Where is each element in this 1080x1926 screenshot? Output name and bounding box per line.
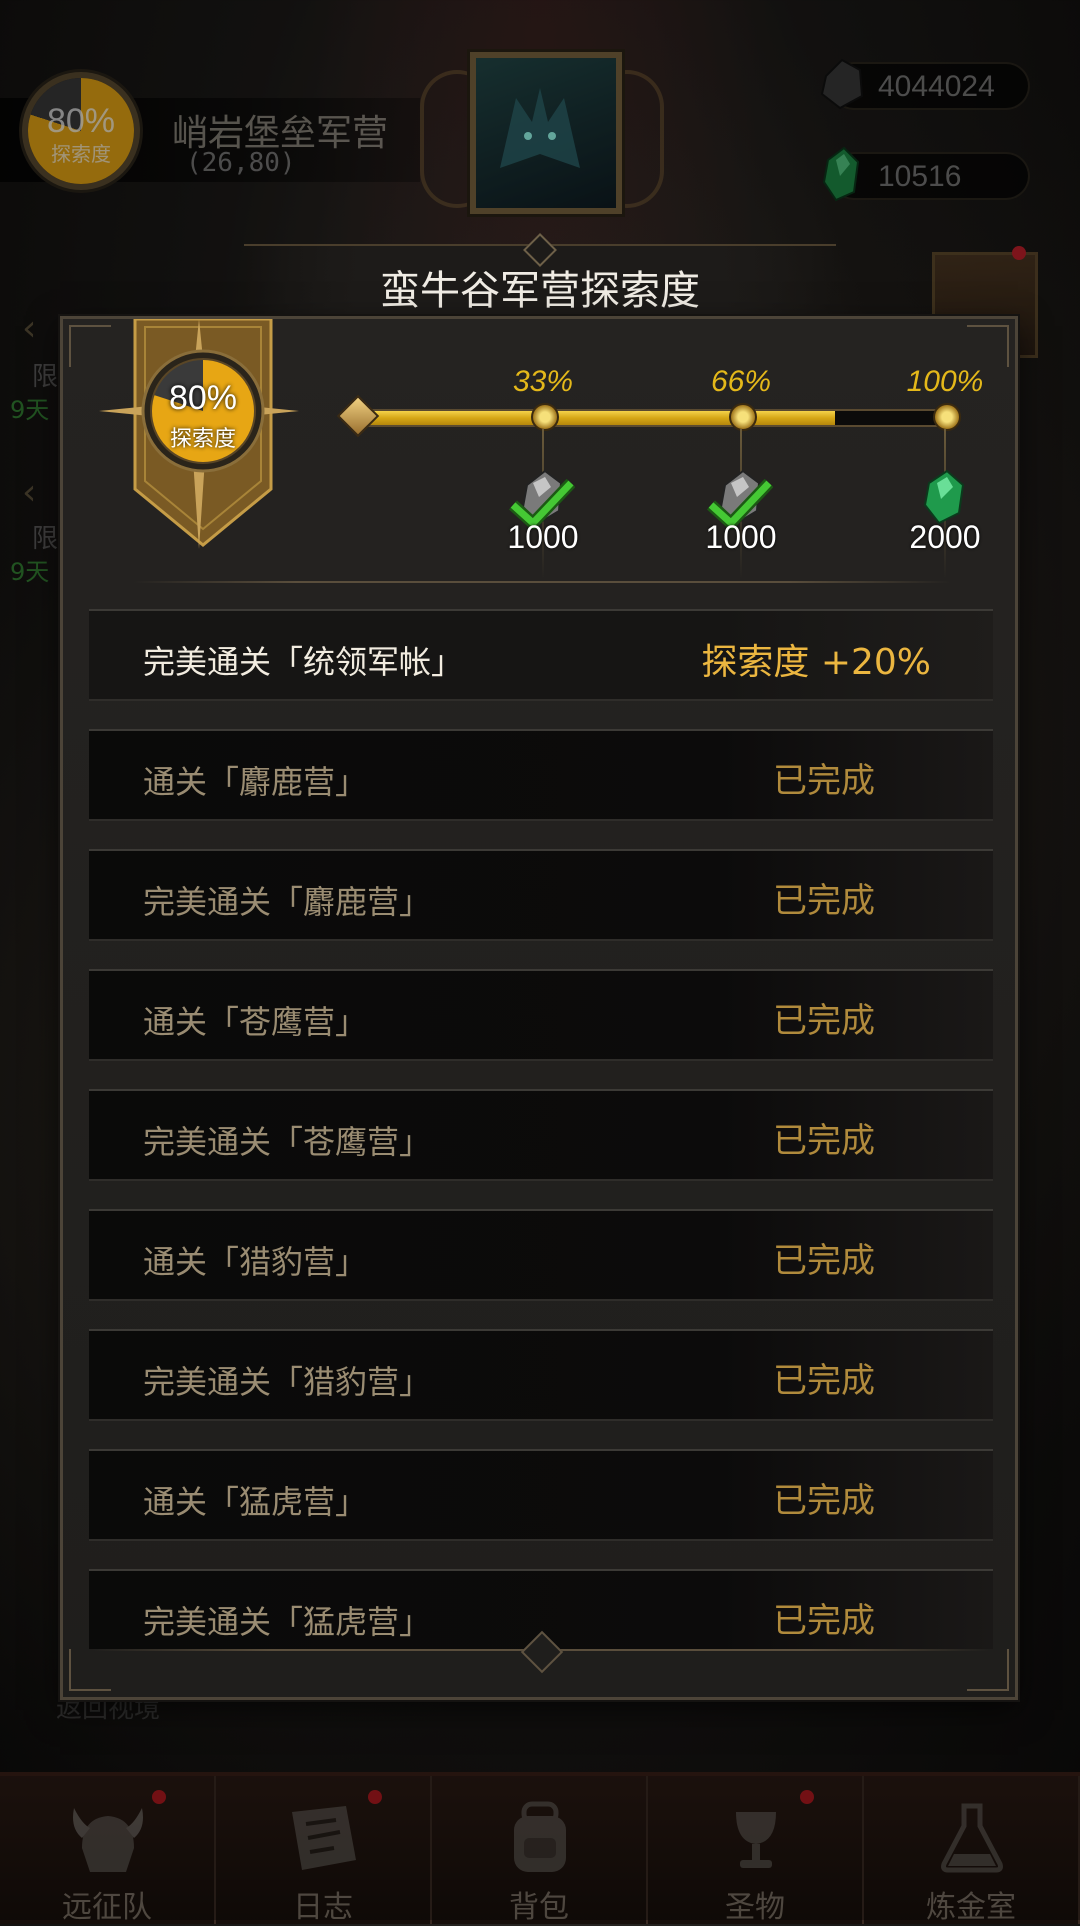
progress-start-marker (336, 394, 380, 438)
task-name: 通关「麝鹿营」 (143, 763, 368, 801)
task-name: 通关「苍鹰营」 (143, 1003, 368, 1041)
milestone-node (531, 403, 559, 431)
task-reward: 探索度 +20% (701, 642, 931, 683)
milestone-node (933, 403, 961, 431)
task-name: 完美通关「猎豹营」 (143, 1363, 432, 1401)
milestone-amount: 1000 (507, 519, 579, 555)
task-name: 完美通关「统领军帐」 (143, 643, 464, 681)
task-row[interactable]: 通关「猛虎营」 已完成 (89, 1449, 993, 1541)
header-separator (133, 581, 951, 583)
corner-ornament (69, 1649, 111, 1691)
task-status: 已完成 (773, 761, 875, 801)
task-row[interactable]: 通关「苍鹰营」 已完成 (89, 969, 993, 1061)
corner-ornament (967, 325, 1009, 367)
task-list[interactable]: 完美通关「统领军帐」 探索度 +20% 通关「麝鹿营」 已完成 完美通关「麝鹿营… (89, 609, 993, 1649)
task-status: 已完成 (773, 881, 875, 921)
exploration-progress-fill (355, 411, 835, 425)
modal-exploration-label: 探索度 (169, 427, 236, 452)
task-status: 已完成 (773, 1481, 875, 1521)
task-row[interactable]: 完美通关「苍鹰营」 已完成 (89, 1089, 993, 1181)
task-name: 完美通关「苍鹰营」 (143, 1123, 432, 1161)
task-status: 已完成 (773, 1601, 875, 1641)
task-row[interactable]: 完美通关「麝鹿营」 已完成 (89, 849, 993, 941)
task-status: 已完成 (773, 1241, 875, 1281)
milestone-percent: 66% (710, 365, 772, 398)
milestone-amount: 2000 (909, 519, 981, 555)
task-name: 通关「猛虎营」 (143, 1483, 368, 1521)
milestone-amount: 1000 (705, 519, 777, 555)
modal-exploration-badge: 80% 探索度 (141, 349, 265, 473)
modal-exploration-percent: 80% (168, 379, 238, 417)
corner-ornament (967, 1649, 1009, 1691)
exploration-progress-bar (353, 409, 957, 427)
task-name: 通关「猎豹营」 (143, 1243, 368, 1281)
task-name: 完美通关「猛虎营」 (143, 1603, 432, 1641)
exploration-modal: 80% 探索度 33% 1000 66% 1000 100% 2000 完美通关… (60, 316, 1018, 1700)
task-status: 已完成 (773, 1121, 875, 1161)
task-row[interactable]: 完美通关「猎豹营」 已完成 (89, 1329, 993, 1421)
task-status: 已完成 (773, 1361, 875, 1401)
milestone-percent: 100% (906, 365, 984, 398)
task-name: 完美通关「麝鹿营」 (143, 883, 432, 921)
milestone-node (729, 403, 757, 431)
task-row[interactable]: 完美通关「统领军帐」 探索度 +20% (89, 609, 993, 701)
task-row[interactable]: 通关「猎豹营」 已完成 (89, 1209, 993, 1301)
task-row[interactable]: 通关「麝鹿营」 已完成 (89, 729, 993, 821)
emerald-gem-icon (923, 469, 965, 525)
milestone-percent: 33% (512, 365, 574, 398)
task-status: 已完成 (773, 1001, 875, 1041)
